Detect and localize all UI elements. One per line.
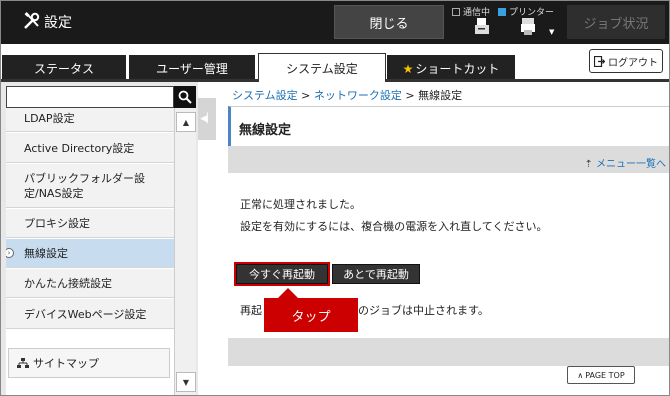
scroll-down-button[interactable]: ▼: [176, 372, 196, 392]
tab-shortcut-label: ショートカット: [415, 62, 500, 76]
dropdown-icon: ▼: [549, 28, 555, 36]
restart-instruction: 設定を有効にするには、複合機の電源を入れ直してください。: [240, 220, 548, 233]
upload-icon: ⇡: [584, 159, 596, 170]
tap-callout: タップ: [264, 298, 358, 332]
note-text-start: 再起: [240, 304, 262, 317]
collapse-left-icon: ◀▏: [200, 114, 214, 124]
main-content: システム設定 > ネットワーク設定 > 無線設定 無線設定 ⇡ メニュー一覧へ …: [228, 82, 670, 396]
comm-status-icon: [452, 8, 460, 16]
scroll-up-button[interactable]: ▲: [176, 112, 196, 132]
sidebar-item-ldap[interactable]: LDAP設定: [6, 108, 174, 132]
chevron-right-icon: ›: [6, 248, 14, 258]
tools-icon: [24, 12, 40, 29]
success-message: 正常に処理されました。: [240, 198, 361, 211]
app-title: 設定: [44, 15, 72, 31]
sidebar-menu: LDAP設定 Active Directory設定 パブリックフォルダー設 定/…: [6, 108, 174, 396]
tab-user-management[interactable]: ユーザー管理: [129, 55, 255, 82]
sitemap-link[interactable]: サイトマップ: [8, 348, 170, 378]
triangle-down-icon: ▼: [182, 377, 190, 387]
sidebar-item-label: LDAP設定: [24, 111, 75, 125]
sidebar-item-proxy[interactable]: プロキシ設定: [6, 209, 174, 238]
note-text-end: のジョブは中止されます。: [358, 304, 489, 317]
page-top-label: PAGE TOP: [585, 370, 625, 380]
logout-icon: [594, 55, 605, 67]
sidebar-item-label: パブリックフォルダー設 定/NAS設定: [24, 171, 145, 200]
sidebar-item-label: 無線設定: [24, 247, 68, 260]
bottom-gray-bar: [228, 338, 670, 366]
restart-later-button[interactable]: あとで再起動: [332, 264, 420, 284]
menu-list-link[interactable]: ⇡ メニュー一覧へ: [584, 155, 666, 170]
top-header: 設定 閉じる 通信中 プリンター ▼ ジョブ状況: [0, 0, 670, 44]
tab-status[interactable]: ステータス: [2, 55, 126, 82]
breadcrumb-separator: >: [401, 89, 419, 102]
tab-system-settings[interactable]: システム設定: [258, 53, 386, 82]
job-status-button[interactable]: ジョブ状況: [567, 5, 665, 39]
sidebar-item-label: かんたん接続設定: [24, 277, 112, 290]
breadcrumb-current: 無線設定: [418, 89, 463, 102]
collapse-sidebar-button[interactable]: ◀▏: [198, 98, 216, 140]
sitemap-icon: [17, 357, 29, 368]
callout-pointer: [278, 288, 298, 298]
breadcrumb-system-settings[interactable]: システム設定: [232, 89, 298, 102]
sidebar-item-public-folder[interactable]: パブリックフォルダー設 定/NAS設定: [6, 164, 174, 208]
comm-label: 通信中: [463, 8, 491, 18]
page-title-bar: 無線設定: [228, 106, 670, 146]
sidebar-item-label: プロキシ設定: [24, 217, 90, 230]
sidebar-item-device-web[interactable]: デバイスWebページ設定: [6, 299, 174, 329]
tap-highlight-frame: [234, 262, 330, 286]
breadcrumb: システム設定 > ネットワーク設定 > 無線設定: [232, 87, 462, 103]
menu-list-label: メニュー一覧へ: [596, 159, 666, 170]
sidebar-search-input[interactable]: [6, 86, 174, 108]
sidebar-item-label: Active Directory設定: [24, 141, 135, 155]
close-button[interactable]: 閉じる: [334, 5, 444, 39]
page-title: 無線設定: [239, 123, 292, 138]
breadcrumb-network-settings[interactable]: ネットワーク設定: [314, 89, 402, 102]
breadcrumb-separator: >: [297, 89, 314, 102]
status-area: 通信中 プリンター ▼: [448, 4, 568, 40]
tab-shortcut[interactable]: ★ ショートカット: [387, 55, 515, 82]
sidebar-item-active-directory[interactable]: Active Directory設定: [6, 133, 174, 163]
sidebar-item-label: デバイスWebページ設定: [24, 307, 147, 321]
printer-status-icon: [498, 8, 506, 16]
printer-icon: [521, 18, 535, 35]
sidebar-item-easy-connect[interactable]: かんたん接続設定: [6, 269, 174, 298]
sidebar-item-wireless[interactable]: › 無線設定: [6, 239, 174, 268]
chevron-up-icon: ∧: [577, 370, 584, 380]
sidebar: LDAP設定 Active Directory設定 パブリックフォルダー設 定/…: [0, 82, 198, 396]
logout-label: ログアウト: [608, 57, 658, 69]
fax-icon: [475, 18, 489, 34]
triangle-up-icon: ▲: [182, 117, 190, 127]
logout-button[interactable]: ログアウト: [589, 49, 663, 73]
star-icon: ★: [402, 61, 414, 76]
page-top-button[interactable]: ∧ PAGE TOP: [567, 366, 635, 384]
printer-label: プリンター: [509, 8, 555, 18]
sitemap-label: サイトマップ: [33, 357, 99, 370]
search-button[interactable]: [174, 86, 196, 108]
sidebar-scrollbar[interactable]: ▲ ▼: [174, 108, 196, 396]
search-icon: [178, 90, 192, 104]
